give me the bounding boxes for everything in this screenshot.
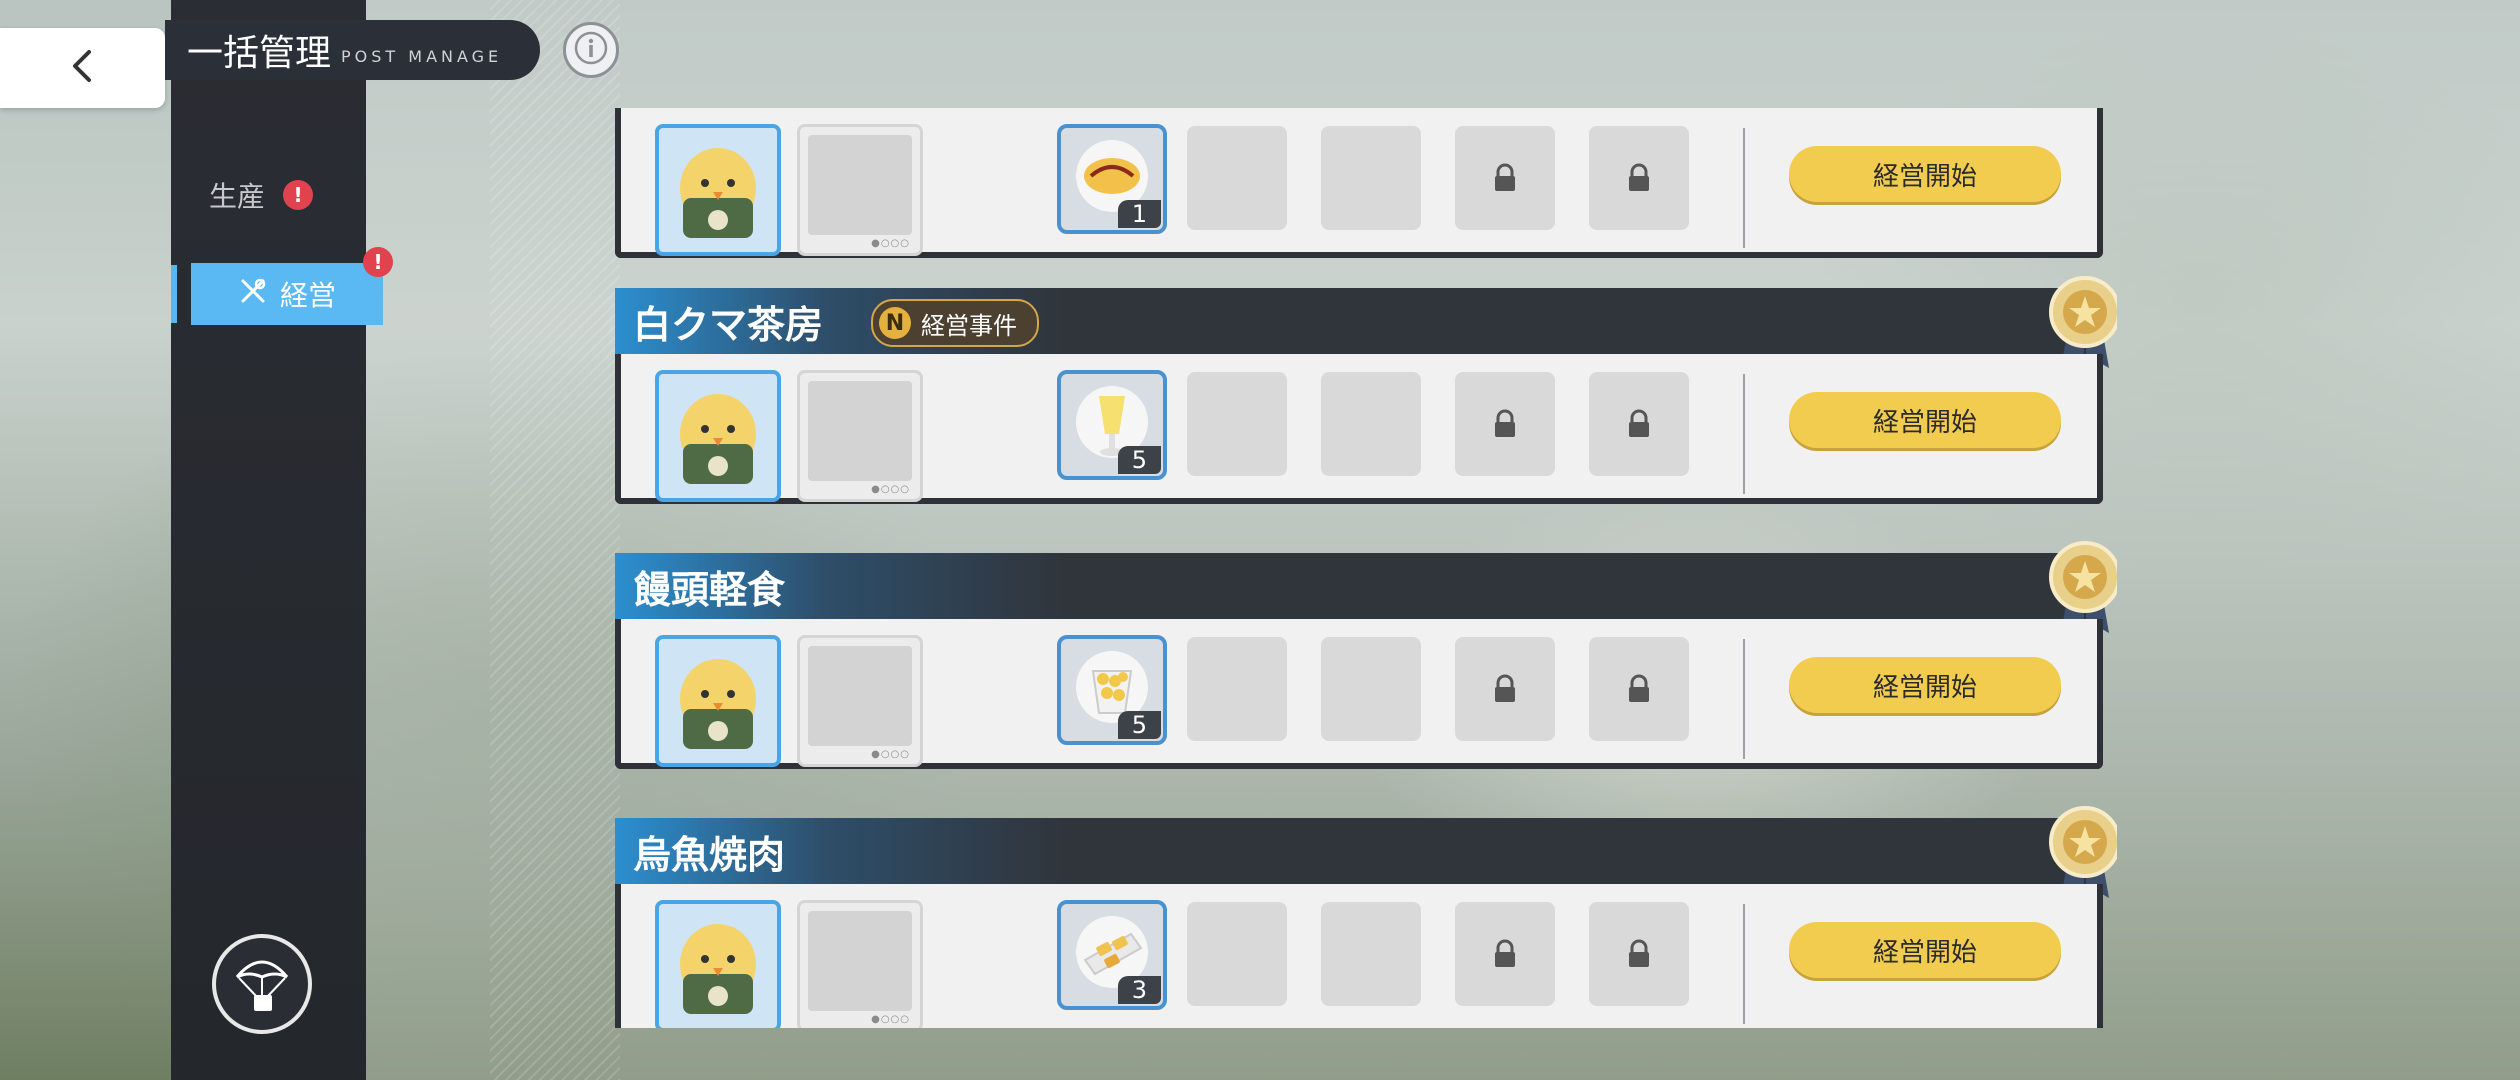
start-management-button[interactable]: 経営開始: [1789, 657, 2061, 713]
item-count: 1: [1117, 200, 1161, 228]
locked-slot: [1455, 902, 1555, 1006]
empty-product-slot[interactable]: [1187, 372, 1287, 476]
empty-product-slot[interactable]: [1321, 126, 1421, 230]
locked-slot: [1455, 372, 1555, 476]
empty-product-slot[interactable]: [1321, 902, 1421, 1006]
parachute-supply-button[interactable]: [212, 934, 312, 1034]
card-header: 饅頭軽食: [615, 553, 2103, 619]
utensils-icon: [238, 276, 268, 313]
locked-slot: [1589, 637, 1689, 741]
sidebar-item-production[interactable]: 生産 !: [209, 175, 314, 215]
card-header: 烏魚焼肉: [615, 818, 2103, 884]
lock-icon: [1629, 939, 1649, 967]
character-slot[interactable]: [655, 124, 781, 256]
divider: [1743, 639, 1745, 759]
product-slot[interactable]: 1: [1057, 124, 1167, 234]
start-management-button[interactable]: 経営開始: [1789, 392, 2061, 448]
divider: [1743, 128, 1745, 248]
post-list[interactable]: ●○○○ 1 経営開始 白クマ茶房 N 経営事件 ●○○○ 5 経営開始 饅頭軽…: [615, 108, 2117, 1028]
locked-slot: [1455, 637, 1555, 741]
empty-product-slot[interactable]: [1321, 637, 1421, 741]
lock-icon: [1495, 939, 1515, 967]
info-button[interactable]: [563, 22, 619, 78]
sidebar: [171, 0, 366, 1080]
event-label: 経営事件: [921, 311, 1017, 340]
divider: [1743, 904, 1745, 1024]
character-slot[interactable]: [655, 635, 781, 767]
item-count: 5: [1117, 711, 1161, 739]
empty-product-slot[interactable]: [1187, 126, 1287, 230]
chick-character-icon: [680, 659, 756, 749]
lock-icon: [1495, 674, 1515, 702]
sidebar-item-label: 経営: [279, 279, 336, 312]
start-management-button[interactable]: 経営開始: [1789, 146, 2061, 202]
background-stripes: [490, 0, 620, 1080]
card-name: 烏魚焼肉: [633, 832, 786, 877]
locked-slot: [1455, 126, 1555, 230]
product-slot[interactable]: 3: [1057, 900, 1167, 1010]
parachute-icon: [227, 947, 297, 1021]
empty-product-slot[interactable]: [1187, 902, 1287, 1006]
lock-icon: [1629, 163, 1649, 191]
card-body: ●○○○ 5 経営開始: [615, 354, 2103, 504]
page-subtitle: POST MANAGE: [341, 46, 503, 66]
lock-icon: [1495, 163, 1515, 191]
sidebar-item-management[interactable]: 経営 !: [191, 247, 393, 325]
locked-slot: [1589, 372, 1689, 476]
back-button[interactable]: [0, 28, 165, 108]
item-count: 3: [1117, 976, 1161, 1004]
chevron-left-icon: [63, 46, 103, 90]
info-icon: [574, 31, 608, 69]
item-count: 5: [1117, 446, 1161, 474]
locked-slot: [1589, 902, 1689, 1006]
empty-character-slot[interactable]: ●○○○: [797, 124, 923, 256]
empty-character-slot[interactable]: ●○○○: [797, 635, 923, 767]
lock-icon: [1629, 409, 1649, 437]
card-body: ●○○○ 3 経営開始: [615, 884, 2103, 1028]
chick-character-icon: [680, 148, 756, 238]
sidebar-item-label: 生産: [209, 180, 266, 213]
page-title: 一括管理: [187, 33, 332, 74]
locked-slot: [1589, 126, 1689, 230]
event-badge[interactable]: N 経営事件: [871, 299, 1039, 347]
card-body: ●○○○ 1 経営開始: [615, 108, 2103, 258]
card-name: 饅頭軽食: [633, 567, 786, 612]
sidebar-active-indicator: [171, 265, 177, 323]
lock-icon: [1629, 674, 1649, 702]
rank-n-icon: N: [879, 307, 911, 339]
empty-character-slot[interactable]: ●○○○: [797, 370, 923, 502]
card-header: 白クマ茶房 N 経営事件: [615, 288, 2103, 354]
empty-product-slot[interactable]: [1187, 637, 1287, 741]
empty-product-slot[interactable]: [1321, 372, 1421, 476]
start-management-button[interactable]: 経営開始: [1789, 922, 2061, 978]
lock-icon: [1495, 409, 1515, 437]
card-name: 白クマ茶房: [633, 302, 824, 347]
divider: [1743, 374, 1745, 494]
chick-character-icon: [680, 394, 756, 484]
empty-character-slot[interactable]: ●○○○: [797, 900, 923, 1028]
page-title-bar: 一括管理 POST MANAGE: [165, 20, 540, 80]
character-slot[interactable]: [655, 900, 781, 1028]
chick-character-icon: [680, 924, 756, 1014]
card-body: ●○○○ 5 経営開始: [615, 619, 2103, 769]
character-slot[interactable]: [655, 370, 781, 502]
alert-badge: !: [283, 180, 314, 210]
product-slot[interactable]: 5: [1057, 370, 1167, 480]
product-slot[interactable]: 5: [1057, 635, 1167, 745]
alert-badge: !: [363, 247, 393, 277]
